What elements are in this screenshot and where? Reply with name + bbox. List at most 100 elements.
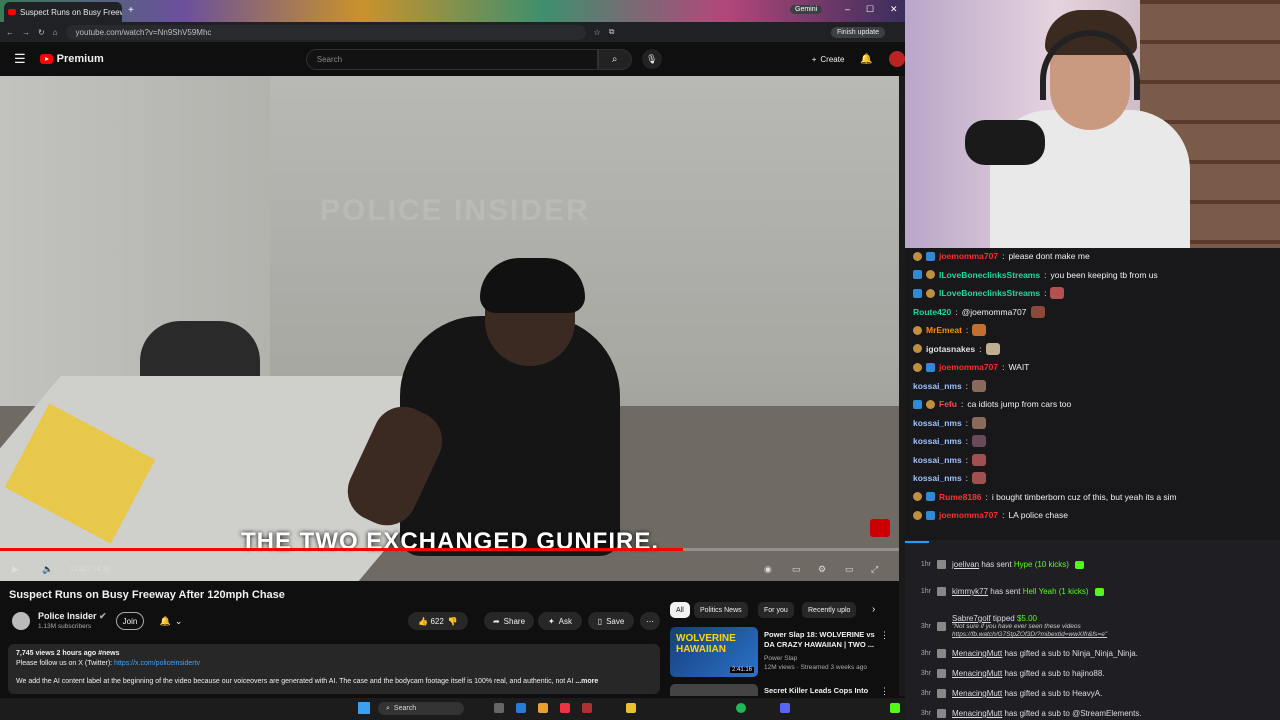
home-icon[interactable]: ⌂ [53,28,58,37]
channel-name[interactable]: Police Insider ✔ [38,611,107,622]
theater-mode-icon[interactable]: ▭ [845,564,854,575]
video-player[interactable]: POLICE INSIDER THE TWO EXCHANGED GUNFIRE… [0,76,900,581]
join-button[interactable]: Join [116,612,144,630]
new-tab-icon[interactable]: + [128,5,134,16]
search-input[interactable]: Search [305,48,598,70]
description-box[interactable]: 7,745 views 2 hours ago #news Please fol… [8,644,660,694]
save-button[interactable]: ▯ Save [588,612,634,630]
chat-username[interactable]: Fefu [939,399,957,409]
fullscreen-icon[interactable]: ⤢ [871,564,878,575]
chat-username[interactable]: igotasnakes [926,344,975,354]
chrome-icon[interactable] [538,703,548,713]
finish-update-button[interactable]: Finish update [830,26,885,38]
gemini-button[interactable]: Gemini [790,5,823,14]
chat-username[interactable]: kossai_nms [913,436,962,446]
create-button[interactable]: + Create [812,55,845,64]
task-view-icon[interactable] [494,703,504,713]
chat-username[interactable]: ILoveBoneclinksStreams [939,288,1040,298]
activity-username[interactable]: MenacingMutt [952,649,1002,658]
user-avatar[interactable] [888,51,905,67]
more-actions-icon[interactable]: ⋯ [640,612,660,630]
share-button[interactable]: ➦ Share [484,612,534,630]
chat-username[interactable]: joemomma707 [939,251,998,261]
edge-icon[interactable] [516,703,526,713]
channel-avatar[interactable] [12,612,30,630]
activity-username[interactable]: MenacingMutt [952,709,1002,718]
chat-username[interactable]: kossai_nms [913,418,962,428]
file-explorer-icon[interactable] [626,703,636,713]
chat-username[interactable]: ILoveBoneclinksStreams [939,270,1040,280]
chat-username[interactable]: joemomma707 [939,362,998,372]
video-watermark: POLICE INSIDER [320,194,590,227]
back-icon[interactable]: ← [6,28,14,37]
youtube-premium-logo[interactable]: Premium [39,53,104,65]
obs-icon[interactable] [582,703,592,713]
chat-username[interactable]: kossai_nms [913,473,962,483]
chip-politics-news[interactable]: Politics News [694,602,748,618]
chat-username[interactable]: Rume8186 [939,492,982,502]
extensions-icon[interactable]: ⧉ [609,27,615,37]
bookmark-star-icon[interactable]: ☆ [594,28,601,37]
captions-icon[interactable]: ▭ [792,564,801,575]
chip-recently-uploaded[interactable]: Recently uplo [802,602,857,618]
hamburger-menu-icon[interactable]: ☰ [14,51,26,67]
chat-username[interactable]: kossai_nms [913,381,962,391]
reload-icon[interactable]: ↻ [38,28,45,37]
search-button[interactable]: ⌕ [597,48,632,70]
chat-username[interactable]: MrEmeat [926,325,962,335]
twitter-link[interactable]: https://x.com/policeinsidertv [114,660,200,667]
windows-start-icon[interactable] [358,702,370,714]
chat-separator: : [979,343,982,354]
video-progress-bar[interactable] [0,548,900,551]
discord-icon[interactable] [780,703,790,713]
search-icon: ⌕ [386,704,390,712]
recommendation-menu-icon[interactable]: ⋮ [880,630,889,641]
volume-icon[interactable]: 🔈 [42,564,53,575]
settings-gear-icon[interactable]: ⚙ [818,564,826,575]
activity-verb: has gifted a sub to [1002,649,1073,658]
notifications-bell-icon[interactable]: 🔔 [860,54,872,65]
chip-all[interactable]: All [670,602,690,618]
activity-username[interactable]: MenacingMutt [952,669,1002,678]
app-icon[interactable] [560,703,570,713]
chat-username[interactable]: joemomma707 [939,510,998,520]
recommendation-duration: 2:41:16 [730,667,755,673]
dislike-button[interactable]: 👎 [448,617,458,626]
play-icon[interactable]: ▶ [12,564,19,575]
logo-text: Premium [56,53,104,65]
forward-icon[interactable]: → [22,28,30,37]
autoplay-icon[interactable]: ◉ [764,564,772,575]
like-button[interactable]: 👍 622 [418,617,444,626]
window-close-icon[interactable]: ✕ [890,4,898,15]
activity-username[interactable]: Sabre7golf [952,614,991,623]
chat-username[interactable]: kossai_nms [913,455,962,465]
chat-username[interactable]: Route420 [913,307,951,317]
browser-tab[interactable]: Suspect Runs on Busy Freeway ✕ [4,2,122,22]
recommendation-title[interactable]: Power Slap 18: WOLVERINE vs DA CRAZY HAW… [764,630,884,650]
recommendation-title-2[interactable]: Secret Killer Leads Cops Into [764,686,868,695]
maximize-icon[interactable]: ☐ [866,4,874,15]
url-field[interactable]: youtube.com/watch?v=Nn9ShV59Mhc [65,24,586,40]
activity-username[interactable]: kimmyk77 [952,587,988,596]
spotify-icon[interactable] [736,703,746,713]
chip-for-you[interactable]: For you [758,602,794,618]
voice-search-icon[interactable]: 🎙 [641,49,662,69]
activity-row: 1hr joelivan has sent Hype (10 kicks) [905,560,1280,569]
description-text-line: We add the AI content label at the begin… [16,677,652,687]
more-link[interactable]: ...more [575,678,598,685]
activity-username[interactable]: MenacingMutt [952,689,1002,698]
channel-watermark-icon[interactable] [870,519,890,537]
recommendation-thumbnail-2[interactable] [670,684,758,696]
chips-next-icon[interactable]: › [872,604,875,615]
taskbar-search[interactable]: ⌕ Search [378,702,464,715]
kick-app-icon[interactable] [890,703,900,713]
recommendation-menu-icon-2[interactable]: ⋮ [880,686,889,697]
like-dislike-group: 👍 622 👎 [408,612,468,630]
chat-text: you been keeping tb from us [1050,269,1158,280]
activity-username[interactable]: joelivan [952,560,979,569]
subscription-bell-button[interactable]: 🔔 ⌄ [154,612,188,630]
tip-note-link[interactable]: https://fb.watch/G7StpZOf3D/?mibextid=ww… [952,631,1107,639]
ask-button[interactable]: ✦ Ask [538,612,582,630]
minimize-icon[interactable]: – [845,4,850,14]
search-placeholder: Search [316,54,343,64]
